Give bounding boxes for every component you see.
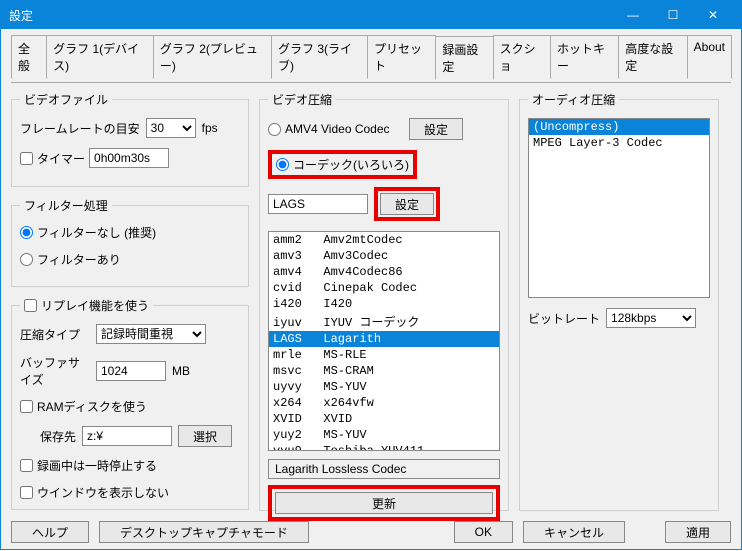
filter-legend: フィルター処理 xyxy=(20,197,112,214)
codec-various-radio[interactable] xyxy=(276,158,289,171)
codec-item[interactable]: i420 I420 xyxy=(269,296,499,312)
filter-none-radio[interactable] xyxy=(20,226,33,239)
compress-type-label: 圧縮タイプ xyxy=(20,326,90,343)
tab-8[interactable]: 高度な設定 xyxy=(618,35,687,79)
framerate-label: フレームレートの目安 xyxy=(20,120,140,137)
amv4-settings-button[interactable]: 設定 xyxy=(409,118,463,140)
audio-compress-group: オーディオ圧縮 (Uncompress)MPEG Layer-3 Codec ビ… xyxy=(519,91,719,511)
cancel-button[interactable]: キャンセル xyxy=(523,521,625,543)
codec-item[interactable]: mrle MS-RLE xyxy=(269,347,499,363)
tab-strip: 全般グラフ 1(デバイス)グラフ 2(プレビュー)グラフ 3(ライブ)プリセット… xyxy=(11,35,731,79)
ok-button[interactable]: OK xyxy=(454,521,513,543)
tab-2[interactable]: グラフ 2(プレビュー) xyxy=(153,35,272,79)
codec-item[interactable]: iyuv IYUV コーデック xyxy=(269,312,499,331)
titlebar-buttons: — ☐ ✕ xyxy=(613,1,733,29)
bitrate-select[interactable]: 128kbps xyxy=(606,308,696,328)
window-title: 設定 xyxy=(9,7,613,24)
filter-on-label: フィルターあり xyxy=(37,251,121,268)
codec-item[interactable]: amm2 Amv2mtCodec xyxy=(269,232,499,248)
minimize-button[interactable]: — xyxy=(613,1,653,29)
tab-4[interactable]: プリセット xyxy=(367,35,436,79)
use-replay-label: リプレイ機能を使う xyxy=(41,297,149,314)
maximize-button[interactable]: ☐ xyxy=(653,1,693,29)
audio-compress-legend: オーディオ圧縮 xyxy=(528,91,619,108)
fps-label: fps xyxy=(202,121,218,135)
help-button[interactable]: ヘルプ xyxy=(11,521,89,543)
video-compress-group: ビデオ圧縮 AMV4 Video Codec 設定 コーデック(いろいろ) xyxy=(259,91,509,511)
update-button[interactable]: 更新 xyxy=(275,492,493,514)
tab-1[interactable]: グラフ 1(デバイス) xyxy=(46,35,154,79)
compress-type-select[interactable]: 記録時間重視 xyxy=(96,324,206,344)
tab-5[interactable]: 録画設定 xyxy=(435,36,493,80)
timer-label: タイマー xyxy=(37,150,85,167)
framerate-select[interactable]: 30 xyxy=(146,118,196,138)
titlebar: 設定 — ☐ ✕ xyxy=(1,1,741,29)
video-file-group: ビデオファイル フレームレートの目安 30 fps タイマー xyxy=(11,91,249,187)
use-replay-checkbox[interactable] xyxy=(24,299,37,312)
replay-group: リプレイ機能を使う 圧縮タイプ 記録時間重視 バッファサイズ MB RAMディス… xyxy=(11,297,249,510)
codec-item[interactable]: cvid Cinepak Codec xyxy=(269,280,499,296)
content-area: 全般グラフ 1(デバイス)グラフ 2(プレビュー)グラフ 3(ライブ)プリセット… xyxy=(1,29,741,551)
pause-on-rec-label: 録画中は一時停止する xyxy=(37,457,157,474)
tab-7[interactable]: ホットキー xyxy=(550,35,619,79)
mb-label: MB xyxy=(172,364,190,378)
main-columns: ビデオファイル フレームレートの目安 30 fps タイマー フィルター処理 xyxy=(11,91,731,511)
hide-window-label: ウインドウを表示しない xyxy=(37,484,169,501)
settings-window: 設定 — ☐ ✕ 全般グラフ 1(デバイス)グラフ 2(プレビュー)グラフ 3(… xyxy=(0,0,742,550)
pause-on-rec-checkbox[interactable] xyxy=(20,459,33,472)
bitrate-label: ビットレート xyxy=(528,310,600,327)
tab-0[interactable]: 全般 xyxy=(11,35,47,79)
amv4-radio[interactable] xyxy=(268,123,281,136)
codec-settings-button[interactable]: 設定 xyxy=(380,193,434,215)
codec-item[interactable]: amv3 Amv3Codec xyxy=(269,248,499,264)
codec-item[interactable]: msvc MS-CRAM xyxy=(269,363,499,379)
audio-listbox[interactable]: (Uncompress)MPEG Layer-3 Codec xyxy=(528,118,710,298)
audio-item[interactable]: MPEG Layer-3 Codec xyxy=(529,135,709,151)
buffer-label: バッファサイズ xyxy=(20,354,90,388)
audio-item[interactable]: (Uncompress) xyxy=(529,119,709,135)
amv4-label: AMV4 Video Codec xyxy=(285,122,405,136)
codec-item[interactable]: amv4 Amv4Codec86 xyxy=(269,264,499,280)
codec-various-label: コーデック(いろいろ) xyxy=(293,156,409,173)
filter-none-label: フィルターなし (推奨) xyxy=(37,224,156,241)
browse-button[interactable]: 選択 xyxy=(178,425,232,447)
codec-listbox[interactable]: amm2 Amv2mtCodecamv3 Amv3Codecamv4 Amv4C… xyxy=(268,231,500,451)
desktop-capture-button[interactable]: デスクトップキャプチャモード xyxy=(99,521,309,543)
codec-settings-highlight: 設定 xyxy=(374,187,440,221)
codec-various-highlight: コーデック(いろいろ) xyxy=(268,150,417,179)
filter-group: フィルター処理 フィルターなし (推奨) フィルターあり xyxy=(11,197,249,287)
ramdisk-label: RAMディスクを使う xyxy=(37,398,147,415)
codec-item[interactable]: yvu9 Toshiba YUV411 xyxy=(269,443,499,451)
codec-item[interactable]: x264 x264vfw xyxy=(269,395,499,411)
video-file-legend: ビデオファイル xyxy=(20,91,112,108)
timer-input[interactable] xyxy=(89,148,169,168)
codec-item[interactable]: XVID XVID xyxy=(269,411,499,427)
hide-window-checkbox[interactable] xyxy=(20,486,33,499)
timer-checkbox[interactable] xyxy=(20,152,33,165)
tab-6[interactable]: スクショ xyxy=(493,35,551,79)
ramdisk-checkbox[interactable] xyxy=(20,400,33,413)
codec-item[interactable]: uyvy MS-YUV xyxy=(269,379,499,395)
update-highlight: 更新 xyxy=(268,485,500,521)
savedir-input[interactable] xyxy=(82,426,172,446)
bottom-button-bar: ヘルプ デスクトップキャプチャモード OK キャンセル 適用 xyxy=(11,521,731,543)
apply-button[interactable]: 適用 xyxy=(665,521,731,543)
savedir-label: 保存先 xyxy=(20,428,76,445)
filter-on-radio[interactable] xyxy=(20,253,33,266)
codec-item[interactable]: LAGS Lagarith xyxy=(269,331,499,347)
fourcc-input[interactable] xyxy=(268,194,368,214)
codec-item[interactable]: yuy2 MS-YUV xyxy=(269,427,499,443)
tab-9[interactable]: About xyxy=(687,35,732,79)
selected-codec-name: Lagarith Lossless Codec xyxy=(268,459,500,479)
video-compress-legend: ビデオ圧縮 xyxy=(268,91,336,108)
tab-3[interactable]: グラフ 3(ライブ) xyxy=(271,35,368,79)
buffer-input[interactable] xyxy=(96,361,166,381)
close-button[interactable]: ✕ xyxy=(693,1,733,29)
